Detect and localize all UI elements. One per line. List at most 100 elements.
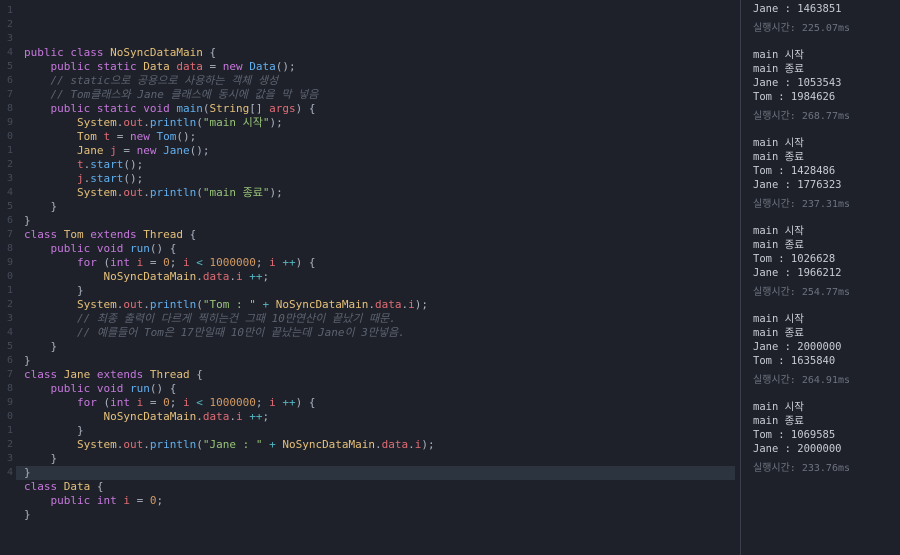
code-token: ); bbox=[269, 186, 282, 199]
code-token bbox=[24, 130, 77, 143]
code-token: } bbox=[24, 340, 57, 353]
code-token: int bbox=[97, 494, 117, 507]
output-line: main 시작 bbox=[753, 224, 900, 238]
line-number: 2 bbox=[0, 298, 13, 312]
code-token: void bbox=[97, 242, 124, 255]
code-token: System bbox=[77, 438, 117, 451]
line-number: 9 bbox=[0, 396, 13, 410]
output-run: Jane : 1463851 bbox=[753, 2, 900, 16]
code-token bbox=[24, 312, 77, 325]
code-token: println bbox=[150, 116, 196, 129]
output-line: main 종료 bbox=[753, 62, 900, 76]
code-token: < bbox=[196, 256, 203, 269]
code-token: String bbox=[210, 102, 250, 115]
code-token bbox=[24, 88, 51, 101]
code-token: Data bbox=[249, 60, 276, 73]
line-number: 3 bbox=[0, 312, 13, 326]
output-line: main 종료 bbox=[753, 238, 900, 252]
code-token bbox=[269, 298, 276, 311]
code-token: Jane bbox=[64, 368, 91, 381]
code-token: . bbox=[229, 410, 236, 423]
code-token bbox=[24, 242, 51, 255]
code-token: ; bbox=[256, 396, 269, 409]
code-token: NoSyncDataMain bbox=[103, 270, 196, 283]
code-token: public bbox=[51, 382, 91, 395]
code-token bbox=[90, 494, 97, 507]
code-token: public bbox=[24, 46, 64, 59]
code-token bbox=[24, 102, 51, 115]
code-token: = bbox=[117, 144, 137, 157]
code-token: Data bbox=[143, 60, 170, 73]
code-token bbox=[24, 410, 103, 423]
execution-time: 실행시간: 237.31ms bbox=[753, 198, 900, 212]
code-token: Tom bbox=[64, 228, 84, 241]
code-token: = bbox=[143, 396, 163, 409]
code-token: i bbox=[269, 396, 276, 409]
code-token: () { bbox=[150, 242, 177, 255]
code-token: } bbox=[24, 214, 31, 227]
code-token bbox=[24, 158, 77, 171]
line-number: 2 bbox=[0, 18, 13, 32]
code-token: ; bbox=[256, 256, 269, 269]
code-token: int bbox=[110, 256, 130, 269]
code-token: ( bbox=[196, 438, 203, 451]
code-token: i bbox=[236, 410, 243, 423]
code-token: ( bbox=[196, 116, 203, 129]
line-number: 0 bbox=[0, 410, 13, 424]
code-token: i bbox=[269, 256, 276, 269]
code-token: Thread bbox=[143, 228, 183, 241]
output-line: main 시작 bbox=[753, 136, 900, 150]
code-token: } bbox=[24, 200, 57, 213]
code-token: for bbox=[77, 396, 97, 409]
code-token: Data bbox=[64, 480, 91, 493]
code-token: t bbox=[77, 158, 84, 171]
code-token: ++ bbox=[282, 256, 295, 269]
execution-time: 실행시간: 233.76ms bbox=[753, 462, 900, 476]
code-token: "main 시작" bbox=[203, 116, 270, 129]
line-number: 1 bbox=[0, 424, 13, 438]
output-line: Tom : 1984626 bbox=[753, 90, 900, 104]
code-token bbox=[90, 368, 97, 381]
code-token bbox=[130, 396, 137, 409]
code-token bbox=[24, 438, 77, 451]
output-line: Tom : 1635840 bbox=[753, 354, 900, 368]
code-token: println bbox=[150, 298, 196, 311]
code-token bbox=[123, 382, 130, 395]
execution-time: 실행시간: 268.77ms bbox=[753, 110, 900, 124]
output-line: main 종료 bbox=[753, 150, 900, 164]
code-token bbox=[24, 382, 51, 395]
code-token: } bbox=[24, 284, 84, 297]
code-area[interactable]: public class NoSyncDataMain { public sta… bbox=[16, 0, 740, 555]
code-token: static bbox=[97, 60, 137, 73]
code-token: j bbox=[77, 172, 84, 185]
code-token: Jane bbox=[77, 144, 104, 157]
code-token: } bbox=[24, 508, 31, 521]
code-token: data bbox=[176, 60, 203, 73]
code-token: { bbox=[183, 228, 196, 241]
line-number: 5 bbox=[0, 200, 13, 214]
code-token: i bbox=[183, 396, 190, 409]
code-token: Tom bbox=[77, 130, 97, 143]
code-token: public bbox=[51, 60, 91, 73]
line-number: 4 bbox=[0, 326, 13, 340]
code-token bbox=[24, 256, 77, 269]
code-token bbox=[90, 102, 97, 115]
code-token: data bbox=[203, 270, 230, 283]
code-token: 0 bbox=[163, 256, 170, 269]
code-token: ++ bbox=[282, 396, 295, 409]
code-token: Jane bbox=[163, 144, 190, 157]
code-token: (); bbox=[123, 158, 143, 171]
code-token: NoSyncDataMain bbox=[276, 298, 369, 311]
output-line: main 종료 bbox=[753, 414, 900, 428]
line-number: 4 bbox=[0, 46, 13, 60]
code-content[interactable]: public class NoSyncDataMain { public sta… bbox=[24, 46, 740, 522]
code-token: "Tom : " bbox=[203, 298, 256, 311]
code-editor[interactable]: 1234567890123456789012345678901234 publi… bbox=[0, 0, 740, 555]
code-token: i bbox=[236, 270, 243, 283]
code-token: NoSyncDataMain bbox=[110, 46, 203, 59]
code-token: ; bbox=[262, 410, 269, 423]
code-token: ( bbox=[196, 298, 203, 311]
line-number: 2 bbox=[0, 158, 13, 172]
code-token: 0 bbox=[150, 494, 157, 507]
line-number: 9 bbox=[0, 116, 13, 130]
